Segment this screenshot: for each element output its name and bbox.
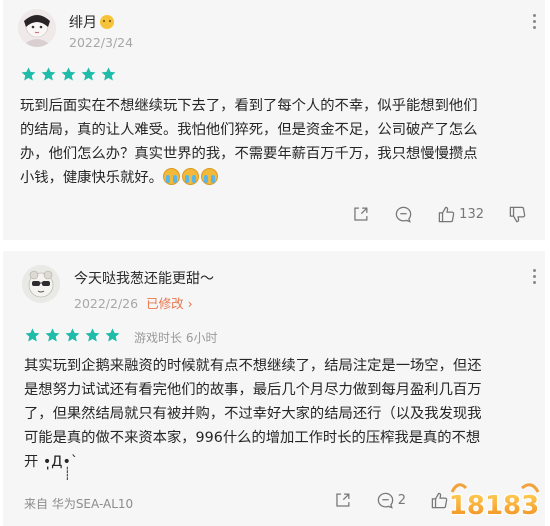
like-count: 132	[459, 207, 484, 222]
like-button[interactable]: 132	[437, 205, 484, 224]
star-icon	[81, 67, 96, 81]
star-icon	[41, 67, 56, 81]
svg-text:18183: 18183	[449, 491, 539, 521]
more-icon[interactable]	[531, 269, 537, 287]
dislike-button[interactable]	[508, 205, 527, 224]
star-icon	[45, 328, 60, 342]
dislike-icon	[509, 206, 526, 223]
comment-button[interactable]: 2	[376, 491, 406, 510]
review-line: 办，他们怎么办？真实世界的我，不需要年薪百万千万，我只想慢慢攒点	[20, 146, 478, 162]
review-line: 玩到后面实在不想继续玩下去了，看到了每个人的不幸，似乎能想到他们	[20, 98, 478, 114]
star-icon	[101, 67, 116, 81]
like-icon	[438, 206, 455, 223]
star-icon	[105, 328, 120, 342]
playtime-label: 游戏时长 6小时	[134, 331, 218, 345]
review-line: 开 •̩̩̩̩Д•̩̩̩̩`	[24, 454, 79, 470]
username[interactable]: 今天哒我葱还能更甜～	[74, 268, 214, 288]
review-line: 其实玩到企鹅来融资的时候就有点不想继续了，结局注定是一场空，但还	[24, 358, 482, 374]
star-rating	[24, 327, 121, 344]
star-icon	[25, 328, 40, 342]
device-label: 来自 华为SEA-AL10	[24, 497, 134, 511]
review-actions: 132	[327, 205, 527, 224]
review-date: 2022/3/24	[69, 35, 134, 50]
star-icon	[65, 328, 80, 342]
review-card: 绯月 2022/3/24 玩到后面实在不想继续玩下去了，看到了每个人的不幸，似乎…	[3, 0, 545, 240]
share-button[interactable]	[351, 205, 370, 224]
star-rating	[20, 66, 117, 83]
emoji-icon	[100, 15, 114, 29]
more-icon[interactable]	[531, 14, 537, 32]
review-line: 的结局，真的让人难受。我怕他们猝死，但是资金不足，公司破产了怎么	[20, 122, 478, 138]
share-button[interactable]	[333, 491, 352, 510]
star-icon	[61, 67, 76, 81]
review-text: 其实玩到企鹅来融资的时候就有点不想继续了，结局注定是一场空，但还 是想努力试试还…	[24, 354, 534, 474]
avatar[interactable]	[22, 265, 60, 303]
review-line: 是想努力试试还有看完他们的故事，最后几个月尽力做到每月盈利几百万	[24, 382, 482, 398]
chevron-right-icon: ›	[187, 296, 193, 311]
watermark-logo: 18183	[444, 478, 544, 524]
comment-count: 2	[397, 493, 406, 508]
review-date: 2022/2/26 已修改 ›	[74, 296, 193, 311]
review-line: 了，但果然结局就只有被并购，不过幸好大家的结局还行（以及我发现我	[24, 406, 482, 422]
share-icon	[336, 493, 350, 507]
edited-link[interactable]: 已修改 ›	[146, 296, 193, 311]
comment-icon	[377, 492, 393, 509]
comment-icon	[395, 206, 412, 223]
star-icon	[85, 328, 100, 342]
crying-face-icon	[162, 168, 180, 185]
crying-face-icon	[181, 168, 199, 185]
review-text: 玩到后面实在不想继续玩下去了，看到了每个人的不幸，似乎能想到他们 的结局，真的让…	[20, 94, 530, 190]
review-actions: 2	[309, 491, 449, 510]
star-icon	[21, 67, 36, 81]
username[interactable]: 绯月	[69, 12, 114, 32]
crying-face-icon	[200, 168, 218, 185]
review-line: 小钱，健康快乐就好。	[20, 166, 530, 190]
share-icon	[354, 207, 368, 221]
review-line: 可能是真的做不来资本家，996什么的增加工作时长的压榨我是真的不想	[24, 430, 481, 446]
comment-button[interactable]	[394, 205, 413, 224]
avatar[interactable]	[18, 9, 56, 47]
